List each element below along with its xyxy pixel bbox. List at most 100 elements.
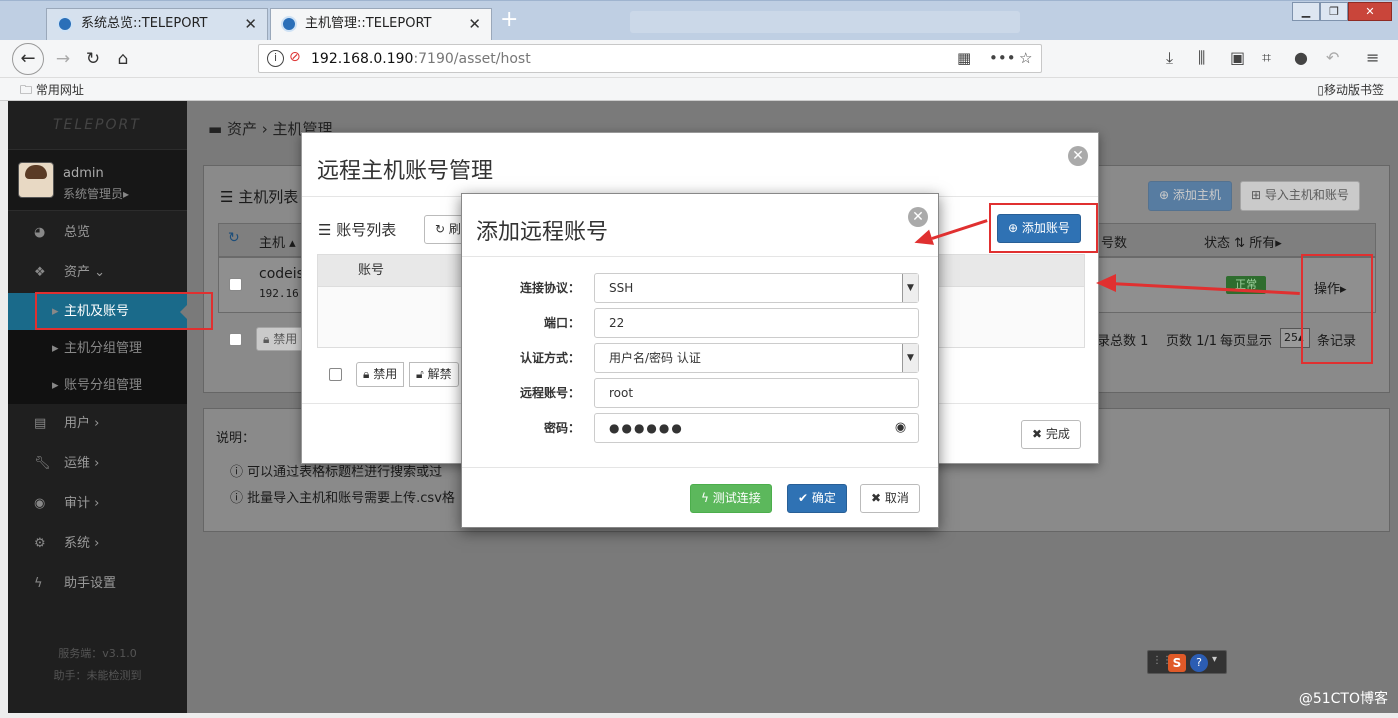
sidebar-item-assets[interactable]: ❖ 资产 ⌄ xyxy=(8,253,187,293)
sogou-icon[interactable]: S xyxy=(1168,654,1186,672)
sidebar-item-assistant[interactable]: ϟ 助手设置 xyxy=(8,564,187,604)
cancel-button[interactable]: ✖ 取消 xyxy=(860,484,920,513)
pager-per-page-label: 每页显示 xyxy=(1220,334,1273,349)
port-input[interactable]: 22 xyxy=(594,308,919,338)
address-bar[interactable]: i ⊘ 192.168.0.190:7190/asset/host ▦ ••• … xyxy=(258,44,1042,73)
teleport-favicon-icon xyxy=(57,16,73,32)
protocol-row: 连接协议： SSH ▼ xyxy=(462,273,940,303)
annotation-arrowhead xyxy=(1096,274,1116,292)
disable-account-button[interactable]: 🔒︎ 禁用 xyxy=(356,362,405,387)
ime-toolbar[interactable]: ⋮⋮ S ? ▾ xyxy=(1147,650,1227,674)
port-row: 端口： 22 xyxy=(462,308,940,338)
pager-total: 录总数 1 xyxy=(1097,334,1149,349)
assistant-status: 助手：未能检测到 xyxy=(53,669,142,682)
protocol-select[interactable]: SSH ▼ xyxy=(594,273,919,303)
bookmark-star-icon[interactable]: ☆ xyxy=(1019,49,1032,67)
sidebar-item-account-groups[interactable]: 账号分组管理 xyxy=(8,367,187,404)
password-row: 密码： ●●●●●● ◉ xyxy=(462,413,940,443)
minimize-icon[interactable]: ▁ xyxy=(1292,2,1320,21)
modal-title: 远程主机账号管理 xyxy=(317,159,494,184)
bolt-icon: ϟ xyxy=(34,576,43,591)
reload-icon[interactable]: ↻ xyxy=(80,46,106,72)
url-text: 192.168.0.190:7190/asset/host xyxy=(311,51,531,67)
notes-title: 说明： xyxy=(216,431,256,446)
add-account-modal: 添加远程账号 ✕ 连接协议： SSH ▼ 端口： 22 认证方式： 用户名/密码 … xyxy=(461,193,939,528)
done-button[interactable]: ✖ 完成 xyxy=(1021,420,1081,449)
port-label: 端口： xyxy=(543,316,580,330)
host-name[interactable]: codeis xyxy=(259,266,304,282)
teleport-logo: TELEPORT xyxy=(53,117,141,133)
add-host-button[interactable]: ⊕ 添加主机 xyxy=(1148,181,1232,211)
more-icon[interactable]: ••• xyxy=(989,49,1016,67)
close-icon[interactable]: ✕ xyxy=(908,207,928,227)
library-icon[interactable]: ⫼ xyxy=(1198,48,1205,68)
col-host-header[interactable]: 主机 ▴ xyxy=(259,232,296,251)
cubes-icon: ❖ xyxy=(34,265,46,280)
select-all-checkbox[interactable] xyxy=(329,368,342,381)
test-connection-button[interactable]: ϟ 测试连接 xyxy=(690,484,772,513)
password-input[interactable]: ●●●●●● xyxy=(594,413,884,443)
sidebar-item-system[interactable]: ⚙ 系统 › xyxy=(8,524,187,564)
close-window-icon[interactable]: ✕ xyxy=(1348,2,1392,21)
col-status-header[interactable]: 状态 ⇅ 所有▸ xyxy=(1204,232,1282,251)
auth-row: 认证方式： 用户名/密码 认证 ▼ xyxy=(462,343,940,373)
menu-icon[interactable]: ≡ xyxy=(1366,48,1379,67)
refresh-icon[interactable]: ↻ xyxy=(228,230,240,246)
sidebar-item-ops[interactable]: 🔧︎ 运维 › xyxy=(8,444,187,484)
show-password-eye-icon[interactable]: ◉ xyxy=(883,413,919,443)
screenshot-icon[interactable]: ⌗ xyxy=(1262,48,1271,68)
annotation-box-add-account xyxy=(989,203,1098,253)
back-arrow-icon[interactable]: ← xyxy=(12,43,44,75)
bookmarks-bar: 🗀 常用网址 ▯移动版书签 xyxy=(0,78,1398,101)
annotation-box-action xyxy=(1301,254,1373,364)
close-tab-icon[interactable]: ✕ xyxy=(244,9,257,39)
help-icon[interactable]: ? xyxy=(1190,654,1208,672)
chat-icon[interactable]: ● xyxy=(1294,48,1308,67)
sidebar-item-overview[interactable]: ◕ 总览 xyxy=(8,213,187,253)
chevron-down-icon[interactable]: ▾ xyxy=(1212,654,1217,665)
password-label: 密码： xyxy=(543,421,580,435)
disable-host-button[interactable]: 🔒︎ 禁用 xyxy=(256,327,305,351)
close-tab-icon[interactable]: ✕ xyxy=(468,9,481,39)
tab-title: 系统总览::TELEPORT xyxy=(81,16,208,31)
watermark: @51CTO博客 xyxy=(1298,691,1388,707)
download-icon[interactable]: ⤓ xyxy=(1166,48,1173,68)
user-card[interactable]: admin 系统管理员▸ xyxy=(8,149,187,211)
auth-method-select[interactable]: 用户名/密码 认证 ▼ xyxy=(594,343,919,373)
bookmark-folder[interactable]: 🗀 常用网址 xyxy=(20,81,84,102)
remote-account-input[interactable]: root xyxy=(594,378,919,408)
account-row: 远程账号： root xyxy=(462,378,940,408)
server-version: 服务端：v3.1.0 xyxy=(58,647,137,660)
sidebar-item-users[interactable]: ▤ 用户 › xyxy=(8,404,187,444)
user-role[interactable]: 系统管理员▸ xyxy=(63,185,129,202)
teleport-favicon-icon xyxy=(281,16,297,32)
maximize-icon[interactable]: ❐ xyxy=(1320,2,1348,21)
mobile-bookmarks[interactable]: ▯移动版书签 xyxy=(1317,81,1384,98)
sidebar-toggle-icon[interactable]: ▣ xyxy=(1230,48,1245,67)
sidebar-item-host-groups[interactable]: 主机分组管理 xyxy=(8,330,187,367)
address-book-icon: ▤ xyxy=(34,416,47,431)
host-ip: 192.16 xyxy=(259,287,299,300)
import-hosts-button[interactable]: ⊞ 导入主机和账号 xyxy=(1240,181,1360,211)
qr-code-icon[interactable]: ▦ xyxy=(957,49,971,67)
sidebar-item-audit[interactable]: ◉ 审计 › xyxy=(8,484,187,524)
pager-pages: 页数 1/1 xyxy=(1166,334,1218,349)
new-tab-icon[interactable]: + xyxy=(500,7,518,32)
browser-tab-host-management[interactable]: 主机管理::TELEPORT ✕ xyxy=(270,8,492,41)
unlock-account-button[interactable]: 🔓︎ 解禁 xyxy=(409,362,459,387)
info-icon[interactable]: i xyxy=(267,50,284,67)
host-list-title: ☰ 主机列表 xyxy=(220,188,299,206)
background-window-urlbar xyxy=(630,11,1020,33)
browser-tab-overview[interactable]: 系统总览::TELEPORT ✕ xyxy=(46,8,268,40)
undo-icon[interactable]: ↶ xyxy=(1326,48,1339,67)
confirm-button[interactable]: ✔ 确定 xyxy=(787,484,847,513)
modal-title: 添加远程账号 xyxy=(476,220,609,245)
close-icon[interactable]: ✕ xyxy=(1068,146,1088,166)
row-checkbox[interactable] xyxy=(229,278,242,291)
home-icon[interactable]: ⌂ xyxy=(110,46,136,72)
eye-icon: ◉ xyxy=(34,496,46,511)
select-all-checkbox[interactable] xyxy=(229,333,242,346)
forward-arrow-icon[interactable]: → xyxy=(50,46,76,72)
avatar xyxy=(18,162,54,198)
col-account-count-header: 号数 xyxy=(1101,236,1128,251)
